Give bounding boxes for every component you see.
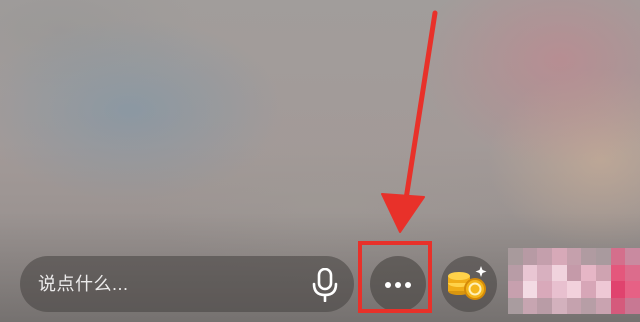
annotation-highlight-box [358, 241, 432, 313]
comment-placeholder: 说点什么... [38, 274, 129, 294]
coin-stack-icon [448, 266, 487, 300]
pixelated-region [508, 248, 640, 314]
gift-button[interactable] [441, 256, 497, 312]
microphone-icon[interactable] [310, 267, 340, 303]
comment-input[interactable]: 说点什么... [20, 256, 354, 312]
